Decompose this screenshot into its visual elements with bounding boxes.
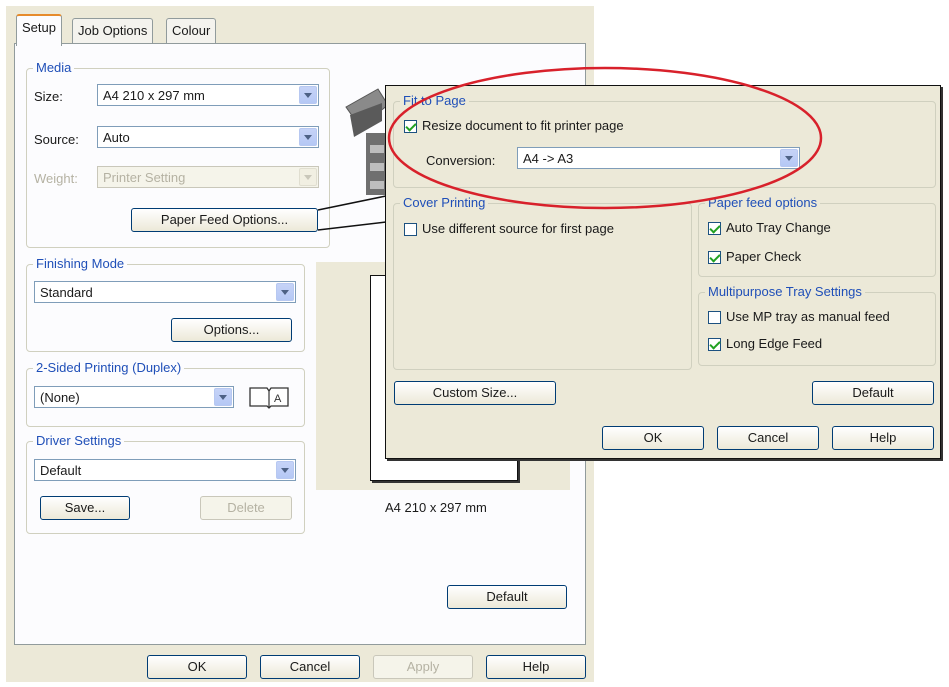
highlight-ellipse [387,66,823,210]
tab-setup[interactable]: Setup [16,14,62,46]
